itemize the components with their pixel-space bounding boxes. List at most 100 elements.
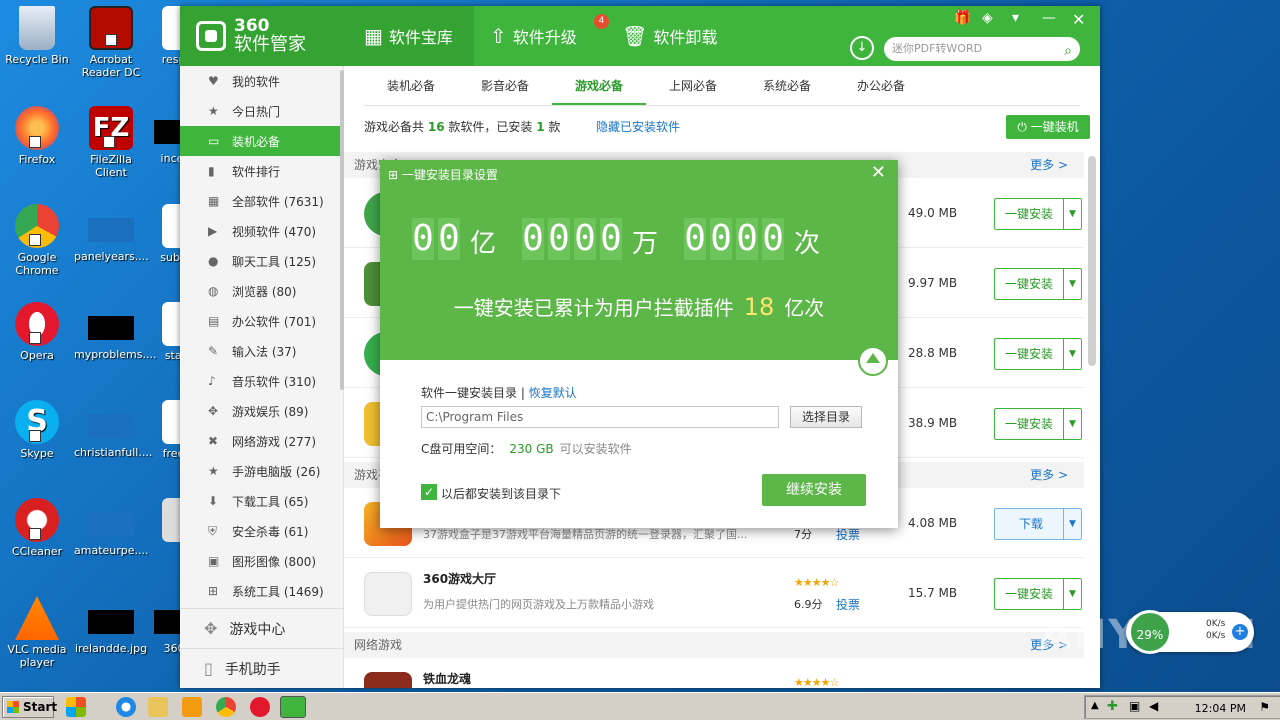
volume-icon[interactable]: ◀	[1149, 699, 1158, 713]
subtab-internet-essentials[interactable]: 上网必备	[646, 66, 740, 105]
sidebar-item-online-games[interactable]: ✖ 网络游戏 (277)	[180, 426, 343, 456]
chevron-down-icon[interactable]: ▼	[1063, 409, 1081, 439]
game-center-link[interactable]: ✥ 游戏中心	[180, 608, 344, 648]
app-name[interactable]: 铁血龙魂	[423, 670, 471, 687]
software-manager-taskbar-icon[interactable]	[280, 696, 306, 718]
taskbar-app-icon[interactable]	[66, 697, 86, 717]
ie-icon[interactable]	[116, 697, 136, 717]
menu-icon[interactable]: ▾	[1012, 10, 1019, 26]
desktop-icon-file[interactable]: panelyears....	[74, 204, 149, 263]
install-path-input[interactable]: C:\Program Files	[421, 406, 779, 428]
subtab-install-essentials[interactable]: 装机必备	[364, 66, 458, 105]
clock[interactable]: 12:04 PM	[1195, 702, 1246, 715]
sidebar-item-my-software[interactable]: ♥ 我的软件	[180, 66, 343, 96]
network-icon[interactable]: ▣	[1129, 699, 1140, 713]
subtab-office-essentials[interactable]: 办公必备	[834, 66, 928, 105]
chevron-down-icon[interactable]: ▼	[1063, 579, 1081, 609]
sidebar-item-mobile-games[interactable]: ★ 手游电脑版 (26)	[180, 456, 343, 486]
chevron-down-icon[interactable]: ▼	[1063, 199, 1081, 229]
sidebar-item-chat[interactable]: ● 聊天工具 (125)	[180, 246, 343, 276]
install-directory-dialog: ⊞ 一键安装目录设置 ✕ 0 0 亿 0 0 0 0 万 0 0 0 0 次 一…	[380, 160, 898, 528]
one-key-install-button[interactable]: ⏻ 一键装机	[1006, 115, 1090, 139]
search-icon[interactable]: ⌕	[1064, 39, 1072, 63]
network-speed-widget[interactable]: 29% 0K/s 0K/s +	[1126, 610, 1254, 654]
close-icon[interactable]: ✕	[871, 162, 886, 183]
desktop-icon-ccleaner[interactable]: CCleaner	[0, 498, 74, 558]
vote-link[interactable]: 投票	[836, 526, 860, 543]
sidebar-item-games[interactable]: ✥ 游戏娱乐 (89)	[180, 396, 343, 426]
sidebar-item-antivirus[interactable]: ⛨ 安全杀毒 (61)	[180, 516, 343, 546]
sidebar-item-browser[interactable]: ◍ 浏览器 (80)	[180, 276, 343, 306]
list-scrollbar[interactable]	[1088, 156, 1096, 366]
chevron-down-icon[interactable]: ▼	[1063, 339, 1081, 369]
subtab-media-essentials[interactable]: 影音必备	[458, 66, 552, 105]
install-button[interactable]: 一键安装 ▼	[994, 268, 1082, 300]
restore-default-link[interactable]: 恢复默认	[529, 386, 577, 400]
choose-directory-button[interactable]: 选择目录	[790, 406, 862, 428]
desktop-icon-recycle-bin[interactable]: Recycle Bin	[0, 6, 74, 66]
desktop-icon-chrome[interactable]: Google Chrome	[0, 204, 74, 277]
desktop-icon-file[interactable]: irelandde.jpg	[74, 596, 148, 655]
desktop-icon-file[interactable]: amateurpe....	[74, 498, 149, 557]
subtab-game-essentials[interactable]: 游戏必备	[552, 66, 646, 105]
sidebar-item-system-tools[interactable]: ⊞ 系统工具 (1469)	[180, 576, 343, 606]
desktop-icon-file[interactable]: myproblems....	[74, 302, 156, 361]
app-name[interactable]: 360游戏大厅	[423, 570, 496, 587]
install-button[interactable]: 一键安装 ▼	[994, 408, 1082, 440]
start-button[interactable]: Start	[2, 696, 57, 718]
mobile-assistant-link[interactable]: ▯ 手机助手	[180, 648, 344, 688]
flag-icon[interactable]: ⚑	[1259, 700, 1270, 714]
plus-icon[interactable]: +	[1232, 624, 1248, 640]
sidebar-item-today-hot[interactable]: ★ 今日热门	[180, 96, 343, 126]
sidebar-item-ranking[interactable]: ▮ 软件排行	[180, 156, 343, 186]
tab-software-store[interactable]: ▦ 软件宝库	[344, 6, 474, 66]
more-link[interactable]: 更多 >	[1030, 152, 1068, 178]
minimize-button[interactable]: —	[1042, 10, 1056, 26]
opera-icon[interactable]	[250, 697, 270, 717]
counter-digit: 0	[438, 218, 460, 260]
folder-icon[interactable]	[148, 697, 168, 717]
download-button[interactable]: 下载 ▼	[994, 508, 1082, 540]
desktop-icon-skype[interactable]: S Skype	[0, 400, 74, 460]
close-icon[interactable]: ✕	[1072, 10, 1085, 29]
desktop-icon-vlc[interactable]: VLC media player	[0, 596, 74, 669]
search-input[interactable]: 迷你PDF转WORD ⌕	[884, 37, 1080, 61]
continue-install-button[interactable]: 继续安装	[762, 474, 866, 506]
sidebar-item-music[interactable]: ♪ 音乐软件 (310)	[180, 366, 343, 396]
sidebar-item-download-tools[interactable]: ⬇ 下载工具 (65)	[180, 486, 343, 516]
media-player-icon[interactable]	[182, 697, 202, 717]
remember-directory-label[interactable]: 以后都安装到该目录下	[441, 485, 561, 502]
tab-label: 软件卸载	[653, 28, 718, 47]
chevron-down-icon[interactable]: ▼	[1063, 509, 1081, 539]
download-manager-button[interactable]: ↓	[850, 36, 874, 60]
gift-icon[interactable]: 🎁	[954, 10, 971, 26]
sidebar-item-input-method[interactable]: ✎ 输入法 (37)	[180, 336, 343, 366]
more-link[interactable]: 更多 >	[1030, 462, 1068, 488]
collapse-button[interactable]	[858, 346, 888, 376]
desktop-icon-filezilla[interactable]: FZ FileZilla Client	[74, 106, 148, 179]
desktop-icon-opera[interactable]: Opera	[0, 302, 74, 362]
sidebar-item-all[interactable]: ▦ 全部软件 (7631)	[180, 186, 343, 216]
install-button[interactable]: 一键安装 ▼	[994, 198, 1082, 230]
install-button[interactable]: 一键安装 ▼	[994, 338, 1082, 370]
skin-icon[interactable]: ◈	[982, 10, 993, 26]
hide-installed-link[interactable]: 隐藏已安装软件	[596, 118, 680, 135]
tab-software-uninstall[interactable]: 🗑 软件卸载	[622, 6, 742, 66]
shield-tray-icon[interactable]: ✚	[1107, 699, 1118, 714]
sidebar-item-essentials[interactable]: ▭ 装机必备	[180, 126, 343, 156]
chevron-down-icon[interactable]: ▼	[1063, 269, 1081, 299]
remember-directory-checkbox[interactable]: ✓	[421, 484, 437, 500]
tab-software-upgrade[interactable]: ⇧ 软件升级 4	[490, 6, 614, 66]
chrome-icon[interactable]	[216, 697, 236, 717]
sidebar-item-graphics[interactable]: ▣ 图形图像 (800)	[180, 546, 343, 576]
acrobat-icon	[89, 6, 133, 50]
subtab-system-essentials[interactable]: 系统必备	[740, 66, 834, 105]
desktop-icon-file[interactable]: christianfull....	[74, 400, 152, 459]
chevron-up-icon[interactable]: ▲	[1091, 700, 1099, 711]
desktop-icon-acrobat[interactable]: Acrobat Reader DC	[74, 6, 148, 79]
sidebar-item-video[interactable]: ▶ 视频软件 (470)	[180, 216, 343, 246]
vote-link[interactable]: 投票	[836, 596, 860, 613]
install-button[interactable]: 一键安装 ▼	[994, 578, 1082, 610]
desktop-icon-firefox[interactable]: Firefox	[0, 106, 74, 166]
sidebar-item-office[interactable]: ▤ 办公软件 (701)	[180, 306, 343, 336]
